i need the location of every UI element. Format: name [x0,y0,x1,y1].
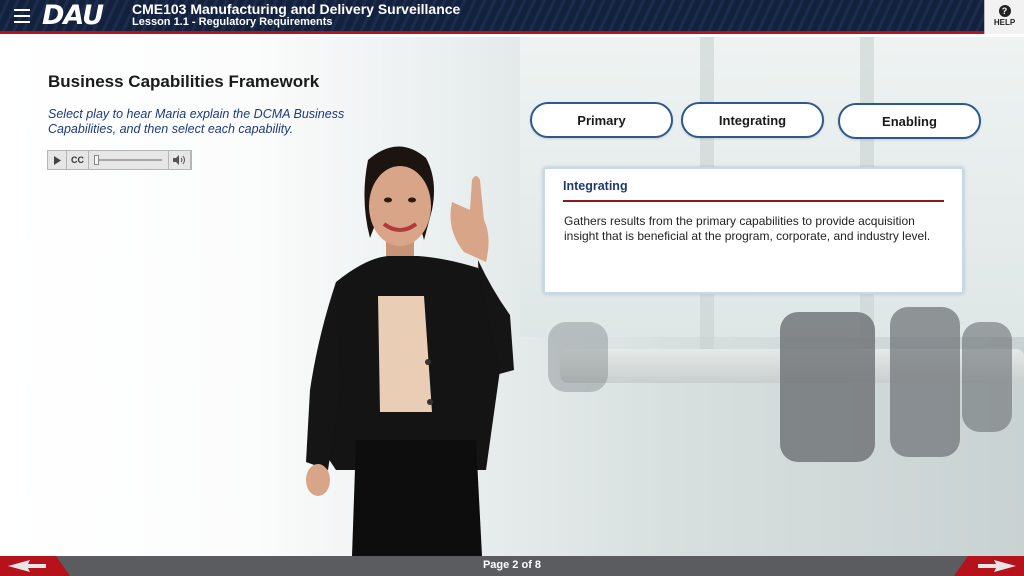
audio-progress-slider[interactable] [89,151,169,169]
capability-info-panel: Integrating Gathers results from the pri… [543,167,964,294]
slider-track [94,159,162,161]
next-arrow-icon [954,556,1024,576]
panel-body: Gathers results from the primary capabil… [564,214,931,243]
page-indicator: Page 2 of 8 [482,559,542,571]
background-chair [962,322,1012,432]
next-button[interactable] [954,556,1024,576]
slider-knob[interactable] [94,155,99,165]
primary-capability-button[interactable]: Primary [530,102,673,138]
help-button[interactable]: ? HELP [984,0,1024,34]
integrating-capability-button[interactable]: Integrating [681,102,824,138]
background-chair [890,307,960,457]
enabling-capability-button[interactable]: Enabling [838,103,981,139]
closed-caption-button[interactable]: CC [67,151,89,169]
presenter-image [306,146,514,556]
audio-player: CC [47,150,192,170]
lesson-stage: Business Capabilities Framework Select p… [0,37,1024,556]
footer-nav-bar: Page 2 of 8 [0,556,1024,576]
play-button[interactable] [48,151,67,169]
dau-logo: DAU [42,0,104,31]
title-bar: DAU CME103 Manufacturing and Delivery Su… [0,0,1024,34]
instructions-text: Select play to hear Maria explain the DC… [48,107,345,136]
play-icon [54,155,61,165]
background-chair [548,322,608,392]
course-title: CME103 Manufacturing and Delivery Survei… [132,1,461,17]
lesson-title: Lesson 1.1 - Regulatory Requirements [132,16,333,28]
panel-divider [563,200,944,202]
help-icon: ? [998,5,1011,17]
volume-icon [172,155,185,165]
background-chair [780,312,875,462]
help-label: HELP [993,18,1016,27]
volume-button[interactable] [169,151,191,169]
page-title: Business Capabilities Framework [48,72,320,91]
menu-icon[interactable] [14,9,30,23]
panel-title: Integrating [563,179,628,193]
